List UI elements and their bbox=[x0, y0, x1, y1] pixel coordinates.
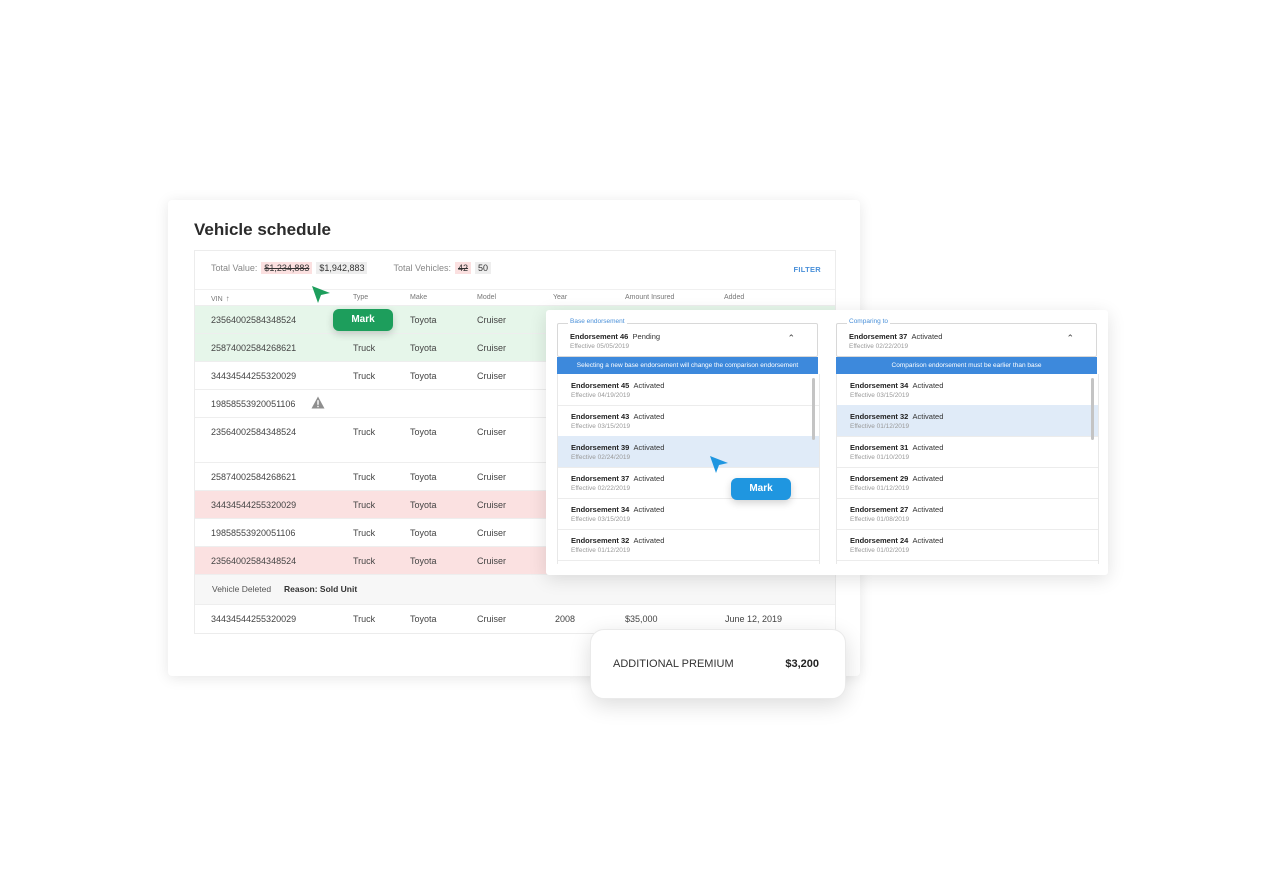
filter-button[interactable]: FILTER bbox=[794, 265, 822, 274]
column-header-make[interactable]: Make bbox=[410, 294, 427, 301]
list-item[interactable]: Endorsement 45 Activated Effective 04/19/… bbox=[558, 374, 819, 406]
comparison-endorsement-select[interactable]: Comparing to Endorsement 37 Activated Ef… bbox=[836, 318, 1097, 357]
column-header-added[interactable]: Added bbox=[724, 294, 744, 301]
mark-button-blue[interactable]: Mark bbox=[731, 478, 791, 500]
base-endorsement-legend: Base endorsement bbox=[568, 318, 627, 325]
warning-icon bbox=[311, 396, 325, 411]
total-value-new: $1,942,883 bbox=[316, 262, 368, 274]
list-item[interactable]: Endorsement 29 Activated Effective 01/12/… bbox=[837, 467, 1098, 499]
list-item[interactable]: Endorsement 32 Activated Effective 01/12/… bbox=[558, 529, 819, 561]
list-item[interactable]: Endorsement 34 Activated Effective 03/15/… bbox=[558, 498, 819, 530]
mark-button-green[interactable]: Mark bbox=[333, 309, 393, 331]
total-value-label: Total Value: bbox=[211, 263, 258, 273]
table-header: VIN ↑ Type Make Model Year Amount Insured… bbox=[195, 289, 835, 306]
cursor-arrow-icon bbox=[310, 284, 332, 309]
total-value-old: $1,234,883 bbox=[261, 262, 313, 274]
list-item-selected[interactable]: Endorsement 39 Activated Effective 02/24/… bbox=[558, 436, 819, 468]
premium-value: $3,200 bbox=[785, 658, 819, 670]
list-item-selected[interactable]: Endorsement 32 Activated Effective 01/12/… bbox=[837, 405, 1098, 437]
column-header-vin[interactable]: VIN ↑ bbox=[211, 294, 230, 303]
chevron-up-icon[interactable]: ⌃ bbox=[1066, 333, 1074, 344]
cursor-arrow-icon bbox=[708, 454, 730, 479]
vehicle-deleted-label: Vehicle Deleted bbox=[212, 584, 272, 594]
deletion-reason: Reason: Sold Unit bbox=[284, 584, 358, 594]
scrollbar[interactable] bbox=[812, 378, 815, 440]
list-item[interactable]: Endorsement 27 Activated Effective 01/08/… bbox=[837, 498, 1098, 530]
chevron-up-icon[interactable]: ⌃ bbox=[787, 333, 795, 344]
deleted-row-note: Vehicle Deleted Reason: Sold Unit bbox=[195, 574, 835, 605]
additional-premium-card: ADDITIONAL PREMIUM $3,200 bbox=[590, 629, 846, 699]
scrollbar[interactable] bbox=[1091, 378, 1094, 440]
column-header-amount-insured[interactable]: Amount Insured bbox=[625, 294, 674, 301]
total-vehicles-new: 50 bbox=[475, 262, 492, 274]
total-vehicles-label: Total Vehicles: bbox=[393, 263, 452, 273]
list-item[interactable]: Endorsement 34 Activated Effective 03/15/… bbox=[837, 374, 1098, 406]
comparison-endorsement-legend: Comparing to bbox=[847, 318, 891, 325]
premium-label: ADDITIONAL PREMIUM bbox=[613, 658, 734, 670]
comparison-info-banner: Comparison endorsement must be earlier t… bbox=[836, 357, 1097, 374]
totals-bar: Total Value: $1,234,883 $1,942,883 Total… bbox=[211, 261, 495, 275]
total-vehicles-old: 42 bbox=[455, 262, 472, 274]
list-item[interactable]: Endorsement 31 Activated Effective 01/10/… bbox=[837, 436, 1098, 468]
list-item[interactable]: Endorsement 24 Activated Effective 01/02/… bbox=[837, 529, 1098, 561]
base-info-banner: Selecting a new base endorsement will ch… bbox=[557, 357, 818, 374]
comparison-endorsement-list: Endorsement 34 Activated Effective 03/15/… bbox=[836, 374, 1099, 564]
base-endorsement-list: Endorsement 45 Activated Effective 04/19/… bbox=[557, 374, 820, 564]
arrow-up-icon[interactable]: ↑ bbox=[226, 294, 230, 303]
column-header-year[interactable]: Year bbox=[553, 294, 567, 301]
column-header-model[interactable]: Model bbox=[477, 294, 496, 301]
column-header-type[interactable]: Type bbox=[353, 294, 368, 301]
page-title: Vehicle schedule bbox=[194, 220, 332, 239]
endorsement-comparison-panel: Base endorsement Endorsement 46 Pending … bbox=[546, 310, 1108, 575]
base-endorsement-select[interactable]: Base endorsement Endorsement 46 Pending … bbox=[557, 318, 818, 357]
list-item[interactable]: Endorsement 43 Activated Effective 03/15/… bbox=[558, 405, 819, 437]
